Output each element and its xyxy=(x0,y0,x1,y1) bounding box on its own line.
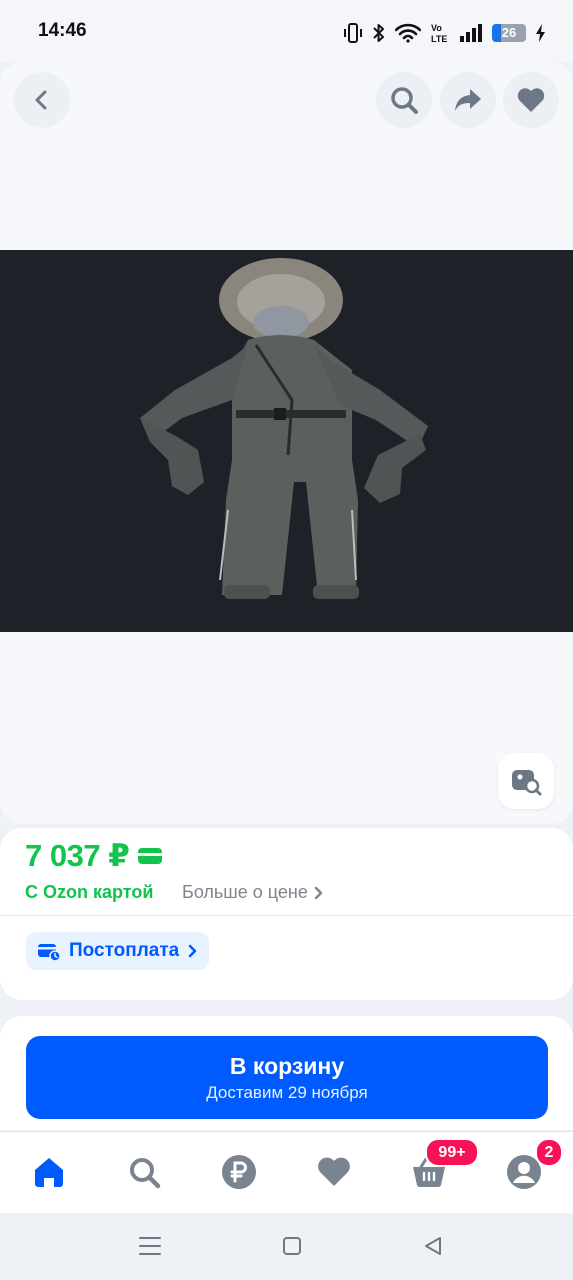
home-icon xyxy=(35,1158,63,1187)
vibrate-icon xyxy=(344,23,362,43)
share-button[interactable] xyxy=(440,72,496,128)
ozon-card-icon xyxy=(138,848,163,864)
delivery-date: Доставим 29 ноября xyxy=(206,1082,368,1102)
postpay-label: Постоплата xyxy=(69,940,180,961)
search-button[interactable] xyxy=(376,72,432,128)
status-icons: Vo LTE 26 xyxy=(343,20,547,46)
system-back-button[interactable] xyxy=(420,1233,446,1259)
system-home-button[interactable] xyxy=(279,1233,305,1259)
nav-favorites[interactable] xyxy=(310,1148,358,1196)
product-photo[interactable] xyxy=(0,250,573,632)
snowsuit-image xyxy=(0,250,573,632)
more-about-price-label: Больше о цене xyxy=(182,882,308,902)
chevron-left-icon xyxy=(35,90,47,110)
price-value: 7 037 ₽ xyxy=(25,838,130,873)
status-time: 14:46 xyxy=(38,20,87,41)
cart-count-badge: 99+ xyxy=(425,1138,479,1167)
signal-icon xyxy=(460,24,482,42)
chevron-right-icon xyxy=(314,886,323,899)
nav-home[interactable] xyxy=(25,1148,73,1196)
add-to-cart-button[interactable]: В корзину Доставим 29 ноября xyxy=(26,1036,548,1119)
svg-text:LTE: LTE xyxy=(431,34,447,44)
chevron-right-icon xyxy=(188,944,197,958)
share-arrow-icon xyxy=(455,89,481,111)
favorite-button[interactable] xyxy=(503,72,559,128)
bottom-navigation: 99+ 2 xyxy=(0,1131,573,1213)
heart-icon xyxy=(318,1157,350,1186)
status-bar: 14:46 Vo LTE 26 xyxy=(0,0,573,62)
postpay-button[interactable]: Постоплата xyxy=(26,932,210,970)
profile-notification-badge: 2 xyxy=(535,1138,563,1167)
wallet-clock-icon xyxy=(38,944,61,961)
back-triangle-icon xyxy=(425,1237,441,1255)
svg-text:Vo: Vo xyxy=(431,23,442,33)
system-navigation-bar xyxy=(0,1213,573,1280)
volte-icon: Vo LTE xyxy=(431,23,447,44)
more-about-price-link[interactable]: Больше о цене xyxy=(182,882,324,903)
search-icon xyxy=(391,87,418,114)
square-icon xyxy=(283,1237,301,1255)
battery-icon: 26 xyxy=(492,24,526,42)
photo-search-icon xyxy=(512,770,542,796)
battery-level: 26 xyxy=(501,25,517,40)
ozon-card-price-label: С Ozon картой xyxy=(25,882,154,902)
wifi-icon xyxy=(395,23,421,43)
add-to-cart-section: В корзину Доставим 29 ноября xyxy=(0,1016,573,1130)
nav-catalog[interactable] xyxy=(120,1148,168,1196)
menu-icon xyxy=(139,1237,161,1255)
product-gallery xyxy=(0,62,573,824)
price-section: 7 037 ₽ С Ozon картой Больше о цене Пост… xyxy=(0,828,573,1000)
add-to-cart-label: В корзину xyxy=(229,1052,345,1079)
search-icon xyxy=(130,1158,161,1189)
recent-apps-button[interactable] xyxy=(137,1233,163,1259)
nav-finance[interactable] xyxy=(215,1148,263,1196)
image-search-button[interactable] xyxy=(498,753,554,809)
back-button[interactable] xyxy=(14,72,70,128)
charging-icon xyxy=(536,24,545,42)
divider xyxy=(0,915,573,916)
price-row: 7 037 ₽ xyxy=(25,838,163,874)
heart-icon xyxy=(517,88,545,112)
bluetooth-icon xyxy=(373,24,384,42)
ruble-icon xyxy=(222,1155,256,1189)
